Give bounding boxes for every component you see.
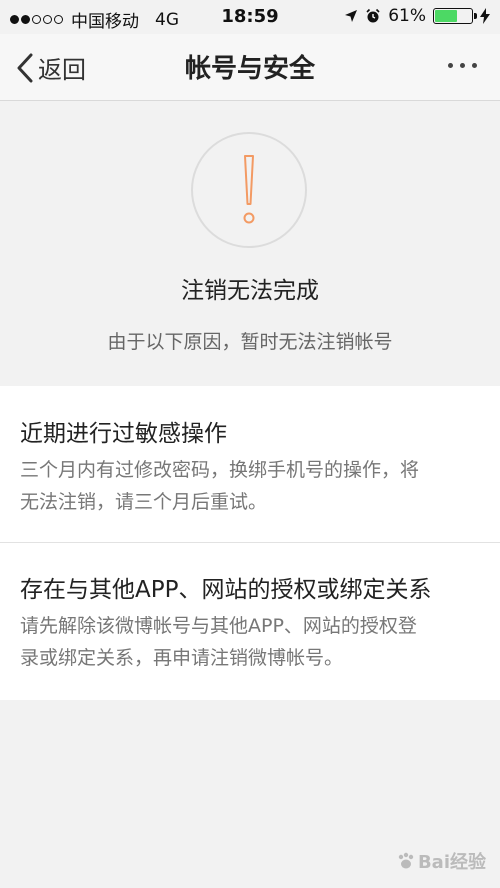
exclamation-icon bbox=[243, 155, 255, 224]
status-right: 61% bbox=[344, 6, 490, 26]
watermark-text: Bai经验 bbox=[417, 852, 486, 873]
hero-title: 注销无法完成 bbox=[181, 278, 319, 304]
more-options-button[interactable] bbox=[442, 50, 482, 80]
more-dot-icon bbox=[447, 62, 453, 68]
error-hero: 注销无法完成 由于以下原因，暂时无法注销帐号 bbox=[0, 101, 500, 386]
reason-description-line: 无法注销，请三个月后重试。 bbox=[20, 491, 268, 513]
reason-title: 近期进行过敏感操作 bbox=[20, 421, 227, 447]
reason-description: 请先解除该微博帐号与其他APP、网站的授权登 录或绑定关系，再申请注销微博帐号。 bbox=[20, 610, 480, 674]
reason-description: 三个月内有过修改密码，换绑手机号的操作，将 无法注销，请三个月后重试。 bbox=[20, 454, 480, 518]
paw-logo-icon bbox=[398, 852, 414, 869]
reason-description-line: 三个月内有过修改密码，换绑手机号的操作，将 bbox=[20, 459, 420, 481]
location-arrow-icon bbox=[345, 10, 358, 22]
list-item: 近期进行过敏感操作 三个月内有过修改密码，换绑手机号的操作，将 无法注销，请三个… bbox=[0, 386, 500, 543]
back-button[interactable]: 返回 bbox=[16, 50, 86, 85]
more-dot-icon bbox=[459, 62, 465, 68]
battery-percent: 61% bbox=[388, 6, 426, 26]
status-bar: 中国移动 4G 18:59 61% bbox=[0, 0, 500, 34]
reason-description-line: 录或绑定关系，再申请注销微博帐号。 bbox=[20, 647, 344, 669]
charging-bolt-icon bbox=[480, 8, 490, 24]
alarm-clock-icon bbox=[366, 8, 380, 23]
reason-title: 存在与其他APP、网站的授权或绑定关系 bbox=[20, 577, 432, 603]
chevron-left-icon bbox=[17, 53, 33, 82]
back-label: 返回 bbox=[38, 56, 86, 84]
hero-subtitle: 由于以下原因，暂时无法注销帐号 bbox=[107, 331, 393, 353]
more-dot-icon bbox=[471, 62, 477, 68]
nav-bar: 返回 帐号与安全 bbox=[0, 34, 500, 101]
reason-description-line: 请先解除该微博帐号与其他APP、网站的授权登 bbox=[20, 615, 417, 637]
battery-icon bbox=[433, 8, 477, 24]
reasons-list: 近期进行过敏感操作 三个月内有过修改密码，换绑手机号的操作，将 无法注销，请三个… bbox=[0, 386, 500, 700]
watermark: Bai经验 bbox=[396, 848, 486, 874]
list-item: 存在与其他APP、网站的授权或绑定关系 请先解除该微博帐号与其他APP、网站的授… bbox=[0, 543, 500, 700]
warning-circle bbox=[191, 132, 307, 248]
